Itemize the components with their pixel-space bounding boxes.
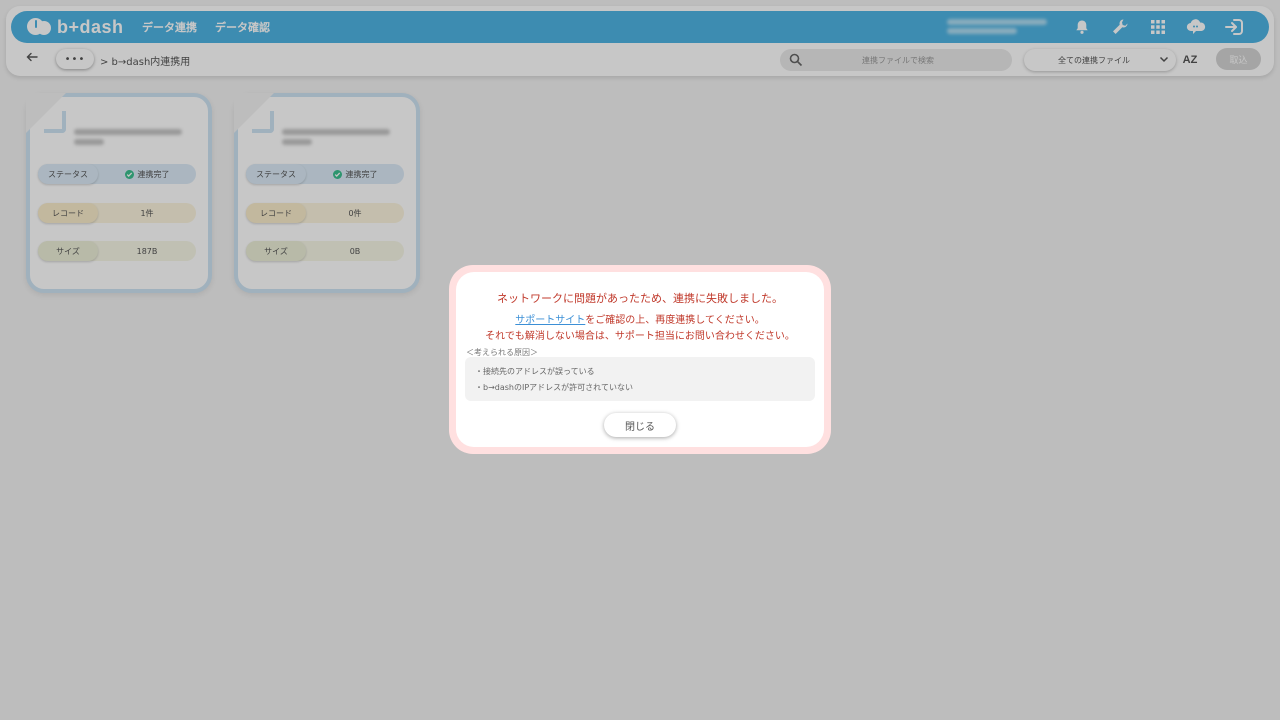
error-dialog: ネットワークに問題があったため、連携に失敗しました。 サポートサイトをご確認の上… — [449, 265, 831, 454]
causes-box: ・接続先のアドレスが誤っている ・b→dashのIPアドレスが許可されていない — [465, 357, 815, 401]
close-button[interactable]: 閉じる — [604, 413, 676, 437]
cause-item: ・b→dashのIPアドレスが許可されていない — [475, 383, 633, 392]
dialog-message-1-text: をご確認の上、再度連携してください。 — [585, 315, 765, 326]
dialog-message-2: それでも解消しない場合は、サポート担当にお問い合わせください。 — [485, 331, 795, 342]
cause-item: ・接続先のアドレスが誤っている — [475, 367, 595, 376]
support-site-link[interactable]: サポートサイト — [515, 315, 585, 326]
dialog-message-1: サポートサイトをご確認の上、再度連携してください。 — [456, 311, 824, 326]
error-dialog-body: ネットワークに問題があったため、連携に失敗しました。 サポートサイトをご確認の上… — [456, 272, 824, 447]
dialog-title: ネットワークに問題があったため、連携に失敗しました。 — [497, 292, 783, 305]
